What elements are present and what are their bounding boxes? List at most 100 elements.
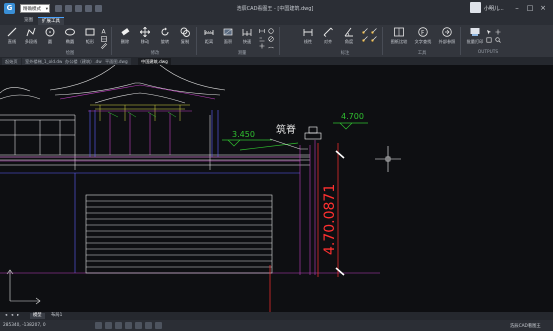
move-icon: [140, 27, 150, 37]
garage-door: [85, 194, 273, 274]
minimize-button[interactable]: –: [512, 3, 522, 13]
building-base: [0, 114, 310, 170]
doc-tab[interactable]: 平面图.dwg: [102, 58, 131, 65]
ribbon-tab-bar: 览图 扩展工具: [0, 17, 553, 25]
svg-text:A: A: [102, 29, 107, 35]
tool-drawing-compare[interactable]: 图纸比较: [388, 26, 410, 48]
redo-icon[interactable]: [95, 5, 102, 12]
revision-cloud-icon[interactable]: [371, 28, 377, 34]
zoom-extents-icon[interactable]: [486, 37, 492, 43]
user-name[interactable]: 小明儿...: [484, 5, 504, 12]
ucs-icon: [6, 269, 41, 305]
text-icon[interactable]: A: [101, 28, 107, 36]
chevron-down-icon: ▾: [45, 7, 48, 12]
dim-arc-icon[interactable]: [268, 43, 274, 49]
doc-tab[interactable]: 办公楼（建筑）.dwg: [62, 58, 108, 65]
copy-icon: [180, 27, 190, 37]
status-toggles: [95, 322, 162, 329]
tool-label: 快速: [242, 39, 252, 44]
doc-tab[interactable]: 起始页: [2, 58, 21, 65]
layer-toggle-icon[interactable]: [155, 322, 162, 329]
tool-label: 批量打印: [466, 39, 484, 44]
group-label-measure: 测量: [237, 51, 247, 56]
line-icon: [7, 27, 17, 37]
aligned-dim-icon: [323, 27, 333, 37]
pointer-icon[interactable]: [486, 29, 492, 35]
balloon-icon[interactable]: [362, 36, 368, 42]
grid-toggle-icon[interactable]: [105, 322, 112, 329]
tool-ellipse[interactable]: 椭圆: [61, 26, 79, 48]
roof-detail-magenta: [59, 84, 216, 155]
xref-icon: [442, 27, 452, 37]
tool-external-reference[interactable]: 外部参照: [436, 26, 458, 48]
markup-icon[interactable]: [371, 36, 377, 42]
open-icon[interactable]: [55, 5, 62, 12]
close-button[interactable]: ×: [538, 3, 548, 13]
dim-radius-icon[interactable]: [268, 28, 274, 34]
tab-view[interactable]: 览图: [20, 17, 37, 25]
tool-move[interactable]: 移动: [136, 26, 154, 48]
leader-icon[interactable]: [362, 28, 368, 34]
table-icon[interactable]: [101, 36, 107, 42]
dim-diameter-icon[interactable]: [268, 36, 274, 42]
tab-model[interactable]: 模型: [30, 313, 45, 319]
drawing-canvas[interactable]: 3.450 4.700 筑脊 4.70.0871: [0, 64, 553, 315]
ellipse-icon: [65, 28, 75, 36]
undo-icon[interactable]: [85, 5, 92, 12]
pan-icon[interactable]: [495, 29, 501, 35]
tab-layout1[interactable]: 布局1: [48, 313, 65, 319]
polyline-icon: [26, 27, 36, 37]
batch-print-icon: [470, 28, 480, 36]
cad-drawing: 3.450 4.700 筑脊 4.70.0871: [0, 64, 401, 315]
tool-text-find[interactable]: F 文字查找: [412, 26, 434, 48]
nav-next-icon[interactable]: ▸: [14, 313, 22, 319]
osnap-toggle-icon[interactable]: [135, 322, 142, 329]
save-icon[interactable]: [65, 5, 72, 12]
tool-erase[interactable]: 删除: [116, 26, 134, 48]
group-separator: [111, 27, 112, 55]
quick-dim-icon: [242, 29, 252, 36]
tool-linear-dimension[interactable]: 线性: [299, 26, 317, 48]
rotate-icon: [161, 27, 169, 36]
hatch-icon[interactable]: [100, 42, 108, 50]
tool-angle-dimension[interactable]: 角度: [340, 26, 358, 48]
app-logo-icon[interactable]: G: [4, 3, 15, 14]
tool-circle[interactable]: 圆: [41, 26, 59, 48]
tool-quick-dimension[interactable]: 快速: [238, 26, 256, 48]
avatar[interactable]: [470, 2, 481, 13]
roof-detail-green: [107, 111, 177, 118]
document-tab-bar: 起始页 室外楼梯_1_old.dwg 办公楼（建筑）.dwg 平面图.dwg 中…: [0, 57, 553, 65]
title-bar: G 精确模式 ▾ 浩辰CAD看图王 - [中国建筑.dwg] 小明儿... – □…: [0, 0, 553, 17]
elevation-label-right: 4.700: [341, 112, 364, 121]
elevation-label-left: 3.450: [232, 130, 255, 139]
tab-extended-tools[interactable]: 扩展工具: [38, 17, 64, 25]
text-find-icon: F: [418, 27, 428, 37]
tool-label: 矩形: [85, 39, 95, 44]
brand-label: 浩辰CAD看图王: [510, 324, 541, 329]
group-label-draw: 绘图: [65, 51, 75, 56]
tool-rectangle[interactable]: 矩形: [81, 26, 99, 48]
eraser-icon: [121, 28, 130, 36]
crosshair-cursor: [375, 146, 401, 172]
group-label-modify: 修改: [150, 51, 160, 56]
dim-style-icon[interactable]: [259, 28, 265, 34]
doc-tab-active[interactable]: 中国建筑.dwg: [138, 58, 171, 65]
tool-batch-print[interactable]: 批量打印: [464, 26, 486, 48]
tool-copy[interactable]: 复制: [176, 26, 194, 48]
ortho-toggle-icon[interactable]: [115, 322, 122, 329]
tool-aligned-dimension[interactable]: 对齐: [319, 26, 337, 48]
dim-continue-icon[interactable]: [259, 43, 265, 49]
maximize-button[interactable]: □: [525, 3, 535, 13]
rectangle-icon: [85, 28, 95, 36]
lineweight-toggle-icon[interactable]: [145, 322, 152, 329]
tool-rotate[interactable]: 旋转: [156, 26, 174, 48]
mode-select[interactable]: 精确模式 ▾: [20, 4, 50, 13]
quick-access-toolbar: [55, 4, 102, 13]
snap-toggle-icon[interactable]: [95, 322, 102, 329]
group-label-tools: 工具: [417, 51, 427, 56]
svg-text:F: F: [421, 30, 425, 37]
polar-toggle-icon[interactable]: [125, 322, 132, 329]
zoom-window-icon[interactable]: [495, 37, 501, 43]
print-icon[interactable]: [75, 5, 82, 12]
dim-baseline-icon[interactable]: [259, 36, 265, 42]
